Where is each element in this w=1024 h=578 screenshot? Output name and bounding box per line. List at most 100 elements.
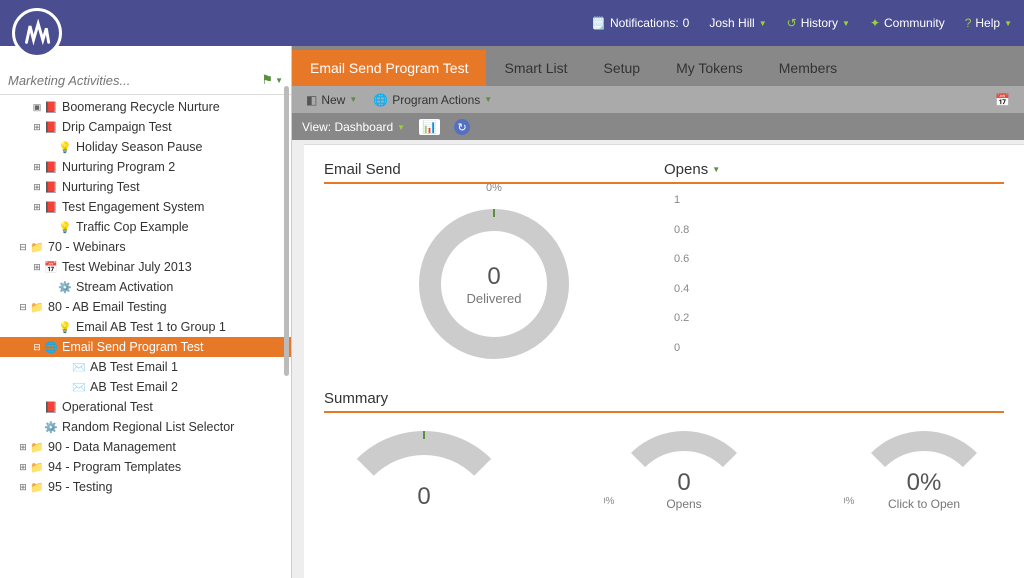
donut-tick [493,209,495,217]
actions-icon: 🌐 [373,93,388,107]
program-actions-button[interactable]: 🌐 Program Actions ▼ [367,91,498,109]
history-label: History [801,16,838,30]
topbar-right: 🗒️ Notifications: 0 Josh Hill ▼ ↺ Histor… [591,16,1012,30]
tree-twisty[interactable]: ⊟ [32,342,42,353]
tree-item[interactable]: ⊞📕Nurturing Test [0,177,291,197]
tree-twisty[interactable]: ⊞ [18,462,28,473]
summary-title-text: Summary [324,390,388,407]
gear-icon: ⚙️ [58,280,72,294]
tree-item[interactable]: 💡Traffic Cop Example [0,217,291,237]
tab[interactable]: Members [761,50,855,86]
community-button[interactable]: ✦ Community [870,16,945,30]
calendar-button[interactable]: 📅 [989,91,1016,109]
tree-item[interactable]: 💡Holiday Season Pause [0,137,291,157]
sidebar-search: ⚑ ▼ [0,66,291,95]
new-button[interactable]: ◧ New ▼ [300,91,363,109]
tree-twisty[interactable]: ⊞ [32,262,42,273]
refresh-button[interactable]: ↻ [454,119,470,135]
tree-item[interactable]: 📕Operational Test [0,397,291,417]
user-name: Josh Hill [709,16,754,30]
tree-twisty[interactable]: ⊞ [32,202,42,213]
folder-icon: 📁 [30,300,44,314]
tree-item-label: 80 - AB Email Testing [48,300,167,314]
view-selector[interactable]: View: Dashboard ▼ [302,120,405,134]
content-area: Email Send Program TestSmart ListSetupMy… [292,46,1024,578]
tab[interactable]: Setup [586,50,659,86]
help-label: Help [975,16,1000,30]
edit-view-button[interactable]: 📊 [419,119,440,135]
gauge-arc [609,431,759,511]
tree-item[interactable]: ▣📕Boomerang Recycle Nurture [0,97,291,117]
tree-item[interactable]: ⊟📁70 - Webinars [0,237,291,257]
tree-twisty[interactable]: ⊞ [32,182,42,193]
help-icon: ? [965,16,972,30]
flag-icon: ⚑ [261,72,273,88]
tree-twisty[interactable]: ⊞ [32,122,42,133]
tree-item-label: 70 - Webinars [48,240,126,254]
tree-item[interactable]: ⊞📕Drip Campaign Test [0,117,291,137]
chevron-down-icon: ▼ [842,19,850,28]
dashboard-canvas: Email Send 0% 0 Delivered Opens ▼ [304,144,1024,578]
sidebar: ⚑ ▼ ▣📕Boomerang Recycle Nurture⊞📕Drip Ca… [0,46,292,578]
gauge-opens[interactable]: 0% 0 Opens [604,421,764,511]
search-input[interactable] [8,73,261,88]
app-logo[interactable] [12,8,62,58]
gauge-delivered[interactable]: 0 [324,421,524,511]
tree-item[interactable]: ⊟📁 80 - AB Email Testing [0,297,291,317]
tree-item-label: 90 - Data Management [48,440,176,454]
donut-chart[interactable]: 0 Delivered [419,209,569,359]
tree-item[interactable]: ⊞📅Test Webinar July 2013 [0,257,291,277]
search-filter-button[interactable]: ⚑ ▼ [261,72,283,88]
tree-item[interactable]: ⊞📁94 - Program Templates [0,457,291,477]
tree-item[interactable]: ⚙️ Stream Activation [0,277,291,297]
cal-icon: 📅 [44,260,58,274]
scrollbar[interactable] [284,86,289,376]
notifications-button[interactable]: 🗒️ Notifications: 0 [591,16,689,30]
chart-email-send: Email Send 0% 0 Delivered [324,155,664,384]
globe-icon: 🌐 [44,340,58,354]
tab[interactable]: My Tokens [658,50,761,86]
view-bar: View: Dashboard ▼ 📊 ↻ [292,114,1024,140]
tree-twisty[interactable]: ⊞ [18,442,28,453]
user-menu[interactable]: Josh Hill ▼ [709,16,766,30]
chevron-down-icon: ▼ [1004,19,1012,28]
prog-icon: 📕 [44,100,58,114]
tree-item[interactable]: ✉️ AB Test Email 1 [0,357,291,377]
tree-item[interactable]: ⚙️Random Regional List Selector [0,417,291,437]
tree-item-label: Email Send Program Test [62,340,204,354]
tree-item[interactable]: ✉️AB Test Email 2 [0,377,291,397]
donut-container: 0% 0 Delivered [324,184,664,384]
tree-item[interactable]: ⊞📁95 - Testing [0,477,291,497]
prog-icon: 📕 [44,180,58,194]
bar-chart[interactable]: 10.80.60.40.20 [664,184,1004,364]
tree-twisty[interactable]: ⊟ [18,302,28,313]
y-tick: 0.8 [674,224,1004,236]
tab[interactable]: Email Send Program Test [292,50,486,86]
tab[interactable]: Smart List [486,50,585,86]
history-button[interactable]: ↺ History ▼ [787,16,850,30]
donut-value: 0 [487,263,500,291]
tree-item[interactable]: ⊞📕Nurturing Program 2 [0,157,291,177]
tree-twisty[interactable]: ⊟ [18,242,28,253]
tree-item[interactable]: ⊟🌐 Email Send Program Test [0,337,291,357]
tree-view[interactable]: ▣📕Boomerang Recycle Nurture⊞📕Drip Campai… [0,95,291,578]
prog-icon: 📕 [44,400,58,414]
bulb-icon: 💡 [58,140,72,154]
chart-title[interactable]: Opens ▼ [664,155,1004,182]
mail-icon: ✉️ [72,360,86,374]
tree-item[interactable]: ⊞📕Test Engagement System [0,197,291,217]
help-button[interactable]: ? Help ▼ [965,16,1012,30]
new-icon: ◧ [306,93,317,107]
tree-item[interactable]: 💡Email AB Test 1 to Group 1 [0,317,291,337]
tree-item-label: AB Test Email 1 [90,360,178,374]
tree-twisty[interactable]: ⊞ [18,482,28,493]
bar-container: 10.80.60.40.20 [664,184,1004,384]
summary-title: Summary [324,384,1004,411]
tree-item[interactable]: ⊞📁90 - Data Management [0,437,291,457]
chart-underline [324,411,1004,413]
gauge-click-to-open[interactable]: 0% 0% Click to Open [844,421,1004,511]
tree-twisty[interactable]: ▣ [32,102,42,113]
tree-twisty[interactable]: ⊞ [32,162,42,173]
history-icon: ↺ [787,16,797,30]
tree-item-label: Stream Activation [76,280,173,294]
